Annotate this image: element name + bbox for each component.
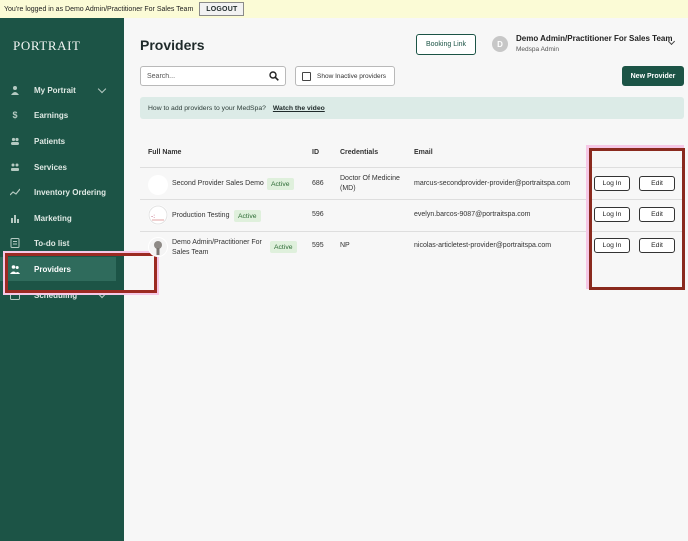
show-inactive-toggle[interactable]: Show Inactive providers bbox=[295, 66, 395, 86]
sidebar-item-label: My Portrait bbox=[34, 85, 76, 95]
sidebar-item-marketing[interactable]: Marketing bbox=[0, 206, 124, 230]
provider-id: 686 bbox=[312, 180, 324, 187]
provider-name: Production Testing bbox=[172, 212, 230, 219]
edit-button[interactable]: Edit bbox=[639, 238, 675, 253]
sidebar-item-patients[interactable]: Patients bbox=[0, 129, 124, 153]
sidebar-item-earnings[interactable]: $ Earnings bbox=[0, 103, 124, 127]
chevron-down-icon bbox=[97, 289, 107, 299]
search-input[interactable] bbox=[147, 72, 263, 80]
search-icon[interactable] bbox=[269, 71, 279, 81]
sidebar-item-my-portrait[interactable]: My Portrait bbox=[0, 78, 124, 102]
user-role: Medspa Admin bbox=[516, 46, 559, 53]
column-header-email[interactable]: Email bbox=[414, 149, 433, 156]
bar-chart-icon bbox=[10, 213, 20, 223]
chevron-down-icon bbox=[97, 84, 107, 94]
watch-video-link[interactable]: Watch the video bbox=[273, 105, 325, 112]
sidebar-item-label: Scheduling bbox=[34, 290, 78, 300]
row-divider bbox=[140, 231, 684, 232]
main-content: Providers Booking Link D Demo Admin/Prac… bbox=[124, 18, 688, 541]
sidebar-item-scheduling[interactable]: Scheduling bbox=[0, 283, 124, 307]
provider-avatar bbox=[148, 237, 168, 257]
banner-message: You're logged in as Demo Admin/Practitio… bbox=[4, 5, 194, 13]
log-in-button[interactable]: Log In bbox=[594, 238, 630, 253]
sidebar-item-label: Earnings bbox=[34, 110, 69, 120]
logout-button[interactable]: LOGOUT bbox=[199, 2, 245, 16]
dollar-icon: $ bbox=[12, 110, 18, 120]
sidebar-item-label: Inventory Ordering bbox=[34, 187, 107, 197]
sidebar-item-inventory-ordering[interactable]: Inventory Ordering bbox=[0, 180, 124, 204]
avatar[interactable]: D bbox=[492, 36, 508, 52]
status-badge: Active bbox=[267, 178, 294, 190]
sidebar-item-label: Providers bbox=[34, 264, 71, 274]
new-provider-button[interactable]: New Provider bbox=[622, 66, 684, 86]
provider-id: 596 bbox=[312, 211, 324, 218]
sidebar-item-services[interactable]: Services bbox=[0, 155, 124, 179]
provider-avatar: -: bbox=[148, 205, 168, 225]
impersonation-banner: You're logged in as Demo Admin/Practitio… bbox=[0, 0, 688, 18]
show-inactive-checkbox[interactable] bbox=[302, 71, 311, 81]
patients-icon bbox=[10, 136, 20, 146]
info-question: How to add providers to your MedSpa? bbox=[148, 104, 266, 112]
sidebar: PORTRAIT My Portrait $ Earnings Patients… bbox=[0, 18, 124, 541]
info-bar: How to add providers to your MedSpa? Wat… bbox=[140, 97, 684, 119]
row-divider bbox=[140, 199, 684, 200]
status-badge: Active bbox=[234, 210, 261, 222]
provider-credentials: Doctor Of Medicine (MD) bbox=[340, 175, 400, 192]
sidebar-item-label: Marketing bbox=[34, 213, 72, 223]
provider-email: nicolas-articletest-provider@portraitspa… bbox=[414, 242, 552, 249]
provider-avatar bbox=[148, 175, 168, 195]
column-header-id[interactable]: ID bbox=[312, 149, 319, 156]
column-header-credentials[interactable]: Credentials bbox=[340, 149, 378, 156]
sidebar-item-label: Patients bbox=[34, 136, 66, 146]
user-name[interactable]: Demo Admin/Practitioner For Sales Team bbox=[516, 34, 672, 43]
chevron-down-icon[interactable] bbox=[667, 37, 676, 46]
person-icon bbox=[10, 85, 20, 95]
portrait-logo[interactable]: PORTRAIT bbox=[13, 38, 81, 54]
provider-email: evelyn.barcos-9087@portraitspa.com bbox=[414, 211, 531, 218]
show-inactive-label: Show Inactive providers bbox=[317, 72, 387, 80]
providers-icon bbox=[10, 264, 20, 274]
column-header-full-name[interactable]: Full Name bbox=[148, 149, 181, 156]
provider-id: 595 bbox=[312, 242, 324, 249]
provider-name: Second Provider Sales Demo bbox=[172, 180, 264, 187]
calendar-icon bbox=[10, 290, 20, 300]
list-icon bbox=[10, 238, 20, 248]
log-in-button[interactable]: Log In bbox=[594, 176, 630, 191]
provider-credentials: NP bbox=[340, 242, 350, 249]
page-title: Providers bbox=[140, 37, 205, 53]
svg-text:-:: -: bbox=[151, 213, 155, 220]
trend-icon bbox=[10, 187, 20, 197]
sidebar-item-to-do-list[interactable]: To-do list bbox=[0, 231, 124, 255]
provider-email: marcus-secondprovider-provider@portraits… bbox=[414, 180, 571, 187]
edit-button[interactable]: Edit bbox=[639, 176, 675, 191]
provider-name: Demo Admin/Practitioner For Sales Team bbox=[172, 239, 262, 256]
search-box[interactable] bbox=[140, 66, 286, 86]
sidebar-item-providers[interactable]: Providers bbox=[0, 257, 116, 281]
edit-button[interactable]: Edit bbox=[639, 207, 675, 222]
booking-link-button[interactable]: Booking Link bbox=[416, 34, 476, 55]
sidebar-item-label: Services bbox=[34, 162, 67, 172]
sidebar-item-label: To-do list bbox=[34, 238, 70, 248]
status-badge: Active bbox=[270, 241, 297, 253]
header-divider bbox=[140, 167, 684, 168]
services-icon bbox=[10, 162, 20, 172]
log-in-button[interactable]: Log In bbox=[594, 207, 630, 222]
